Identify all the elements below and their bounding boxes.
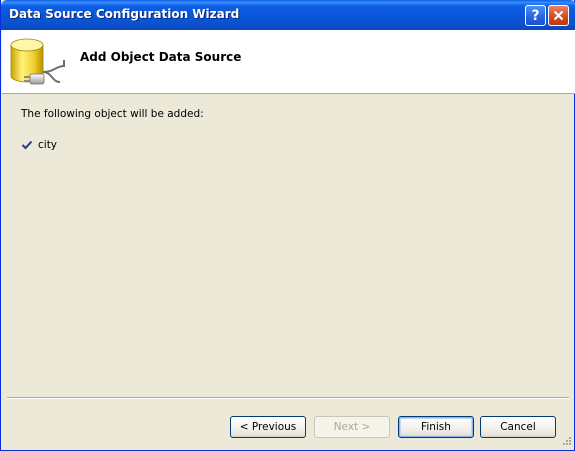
divider <box>7 397 569 399</box>
resize-grip-icon[interactable] <box>560 436 572 448</box>
wizard-header: Add Object Data Source <box>2 30 575 94</box>
next-button[interactable]: Next > <box>314 416 390 438</box>
wizard-window: Data Source Configuration Wizard ? Add O… <box>0 0 575 451</box>
database-plug-icon <box>10 38 65 85</box>
list-item: city <box>21 137 57 153</box>
page-title: Add Object Data Source <box>80 50 242 64</box>
help-button[interactable]: ? <box>525 5 546 26</box>
object-label: city <box>38 139 58 151</box>
window-title: Data Source Configuration Wizard <box>9 7 240 21</box>
finish-button[interactable]: Finish <box>398 416 474 438</box>
help-icon: ? <box>531 7 540 24</box>
previous-button[interactable]: < Previous <box>230 416 306 438</box>
intro-text: The following object will be added: <box>21 108 204 120</box>
cancel-button[interactable]: Cancel <box>480 416 556 438</box>
title-bar[interactable]: Data Source Configuration Wizard ? <box>1 0 575 30</box>
checkmark-icon <box>21 140 33 150</box>
close-icon <box>553 10 564 21</box>
close-button[interactable] <box>548 5 569 26</box>
